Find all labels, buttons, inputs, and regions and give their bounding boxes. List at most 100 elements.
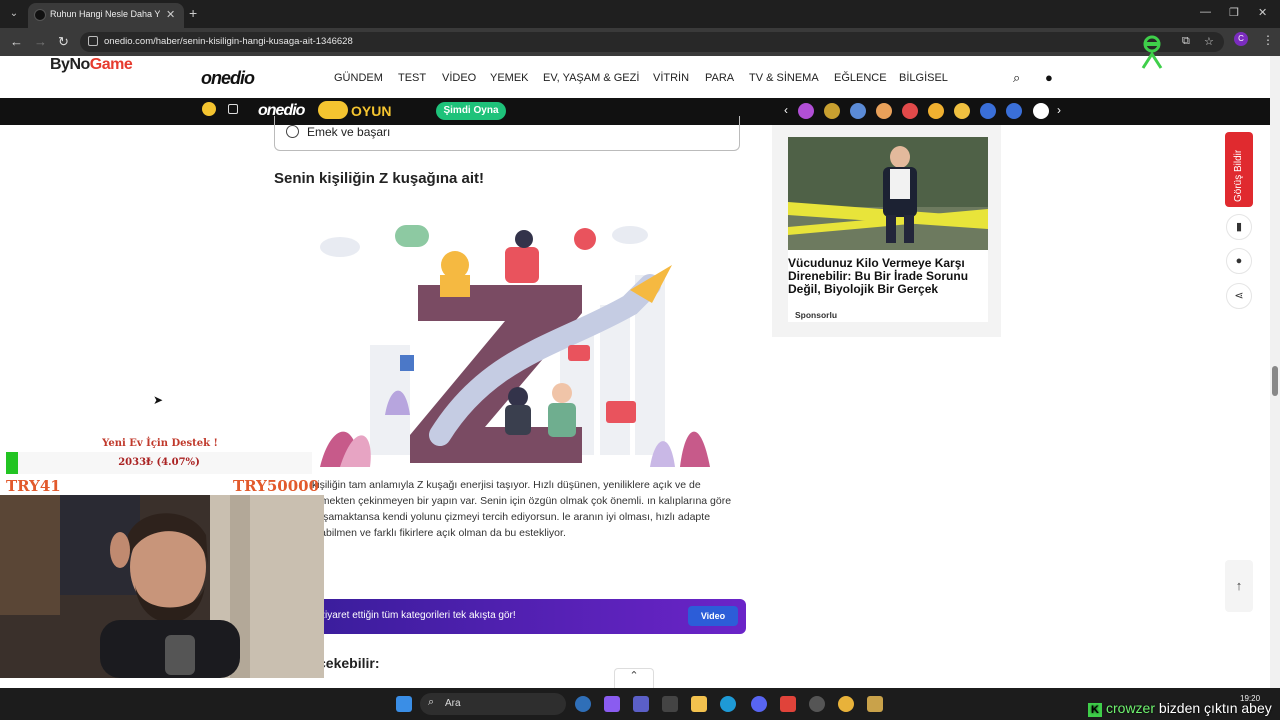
comments-icon[interactable]: ● bbox=[1226, 248, 1252, 274]
search-icon[interactable]: ⌕ bbox=[1013, 70, 1020, 86]
sponsored-article-title[interactable]: Vücudunuz Kilo Vermeye Karşı Direnebilir… bbox=[788, 257, 988, 296]
game-thumb-7-icon[interactable] bbox=[954, 103, 970, 119]
donation-progress-bar: 2033₺ (4.07%) bbox=[6, 452, 312, 474]
minimize-icon[interactable]: — bbox=[1200, 6, 1211, 18]
bookmark-star-icon[interactable]: ☆ bbox=[1204, 35, 1214, 48]
file-explorer-icon[interactable] bbox=[691, 696, 707, 712]
nav-item-video[interactable]: VİDEO bbox=[442, 72, 476, 84]
game-thumb-8-icon[interactable] bbox=[980, 103, 996, 119]
result-title: Senin kişiliğin Z kuşağına ait! bbox=[274, 170, 485, 187]
teams-icon[interactable] bbox=[633, 696, 649, 712]
sponsored-card-inner[interactable]: Vücudunuz Kilo Vermeye Karşı Direnebilir… bbox=[788, 137, 988, 322]
game-thumb-6-icon[interactable] bbox=[928, 103, 944, 119]
scrollbar-thumb[interactable] bbox=[1272, 366, 1278, 396]
next-section-heading: cekebilir: bbox=[318, 655, 380, 671]
donation-goal-title: Yeni Ev İçin Destek ! bbox=[102, 438, 218, 449]
game-thumb-4-icon[interactable] bbox=[876, 103, 892, 119]
game-coin-icon[interactable] bbox=[202, 102, 216, 116]
page-scrollbar[interactable] bbox=[1270, 56, 1280, 688]
scroll-to-top-icon[interactable]: ↑ bbox=[1225, 560, 1253, 612]
feedback-label: Görüş Bildir bbox=[1233, 149, 1244, 202]
ticker-message: bizden çıktın abey bbox=[1158, 700, 1272, 716]
edge-icon[interactable] bbox=[720, 696, 736, 712]
video-feed-promo[interactable]: ziyaret ettiğin tüm kategorileri tek akı… bbox=[312, 599, 746, 634]
profile-avatar[interactable]: C bbox=[1234, 32, 1248, 46]
result-description: kişiliğin tam anlamıyla Z kuşağı enerjis… bbox=[312, 479, 732, 539]
nav-item-ev-yasam-gezi[interactable]: EV, YAŞAM & GEZİ bbox=[543, 72, 639, 84]
user-icon[interactable]: ● bbox=[1045, 70, 1053, 85]
chrome-icon[interactable] bbox=[838, 696, 854, 712]
install-app-icon[interactable]: ⧉ bbox=[1182, 35, 1190, 48]
sponsored-article-image bbox=[788, 137, 988, 250]
promo-text: ziyaret ettiğin tüm kategorileri tek akı… bbox=[320, 610, 516, 621]
bynogame-mascot-icon bbox=[1141, 35, 1163, 69]
kick-logo-icon: K bbox=[1088, 703, 1102, 717]
nav-item-eglence[interactable]: EĞLENCE bbox=[834, 72, 887, 84]
bookmark-icon[interactable]: ▮ bbox=[1226, 214, 1252, 240]
site-favicon-icon bbox=[34, 9, 46, 21]
webcam-feed bbox=[0, 495, 324, 678]
sponsored-card[interactable]: Vücudunuz Kilo Vermeye Karşı Direnebilir… bbox=[772, 125, 1001, 337]
tab-search-chevron-icon[interactable]: ⌄ bbox=[6, 6, 22, 22]
video-button[interactable]: Video bbox=[688, 606, 738, 626]
nav-item-vitrin[interactable]: VİTRİN bbox=[653, 72, 689, 84]
forward-icon[interactable]: → bbox=[34, 34, 47, 49]
generation-z-illustration bbox=[300, 195, 720, 467]
back-icon[interactable]: ← bbox=[10, 34, 23, 49]
close-tab-icon[interactable]: ✕ bbox=[166, 8, 175, 21]
copilot-icon[interactable] bbox=[604, 696, 620, 712]
tab-title: Ruhun Hangi Nesle Daha Yakın? bbox=[50, 9, 160, 19]
share-icon[interactable]: ⋖ bbox=[1226, 283, 1252, 309]
game-thumb-2-icon[interactable] bbox=[824, 103, 840, 119]
task-view-icon[interactable] bbox=[575, 696, 591, 712]
feedback-button[interactable]: Görüş Bildir bbox=[1225, 132, 1253, 207]
browser-toolbar: ← → ↻ onedio.com/haber/senin-kisiligin-h… bbox=[0, 28, 1280, 56]
stream-chat-ticker: Kcrowzer bizden çıktın abey bbox=[1088, 700, 1272, 717]
donation-goal-start: TRY41 bbox=[6, 477, 61, 495]
quiz-option-label: Emek ve başarı bbox=[307, 125, 391, 139]
discord-icon[interactable] bbox=[751, 696, 767, 712]
site-info-icon[interactable] bbox=[88, 36, 98, 46]
game-thumb-9-icon[interactable] bbox=[1006, 103, 1022, 119]
league-icon[interactable] bbox=[867, 696, 883, 712]
game-thumb-3-icon[interactable] bbox=[850, 103, 866, 119]
store-icon[interactable] bbox=[662, 696, 678, 712]
browser-tab[interactable]: Ruhun Hangi Nesle Daha Yakın? ✕ bbox=[28, 3, 184, 28]
site-header: ByNoGame onedio GÜNDEM TEST VİDEO YEMEK … bbox=[0, 56, 1270, 98]
search-icon: ⌕ bbox=[428, 696, 435, 708]
radio-button[interactable] bbox=[286, 125, 299, 138]
collapse-chevron-up-icon[interactable]: ⌃ bbox=[614, 668, 654, 688]
new-tab-icon[interactable]: + bbox=[189, 5, 197, 21]
sponsored-label: Sponsorlu bbox=[795, 310, 838, 320]
donation-goal-target: TRY50000 bbox=[233, 477, 320, 495]
nav-item-test[interactable]: TEST bbox=[398, 72, 426, 84]
nav-item-yemek[interactable]: YEMEK bbox=[490, 72, 529, 84]
nav-item-bilgisel[interactable]: BİLGİSEL bbox=[899, 72, 948, 84]
game-next-icon[interactable]: › bbox=[1057, 103, 1061, 117]
taskbar-search[interactable]: ⌕ Ara bbox=[420, 693, 566, 715]
browser-menu-icon[interactable]: ⋮ bbox=[1262, 33, 1274, 47]
microphone-app-icon[interactable] bbox=[780, 696, 796, 712]
game-thumb-1-icon[interactable] bbox=[798, 103, 814, 119]
obs-icon[interactable] bbox=[809, 696, 825, 712]
windows-start-icon[interactable] bbox=[396, 696, 412, 712]
bynogame-overlay-logo: ByNoGame bbox=[50, 56, 133, 73]
nav-item-tv-sinema[interactable]: TV & SİNEMA bbox=[749, 72, 819, 84]
tab-strip: ⌄ Ruhun Hangi Nesle Daha Yakın? ✕ + — ❐ … bbox=[0, 0, 1280, 28]
game-thumb-10-icon[interactable] bbox=[1033, 103, 1049, 119]
game-controller-icon[interactable] bbox=[228, 104, 238, 114]
address-bar[interactable]: onedio.com/haber/senin-kisiligin-hangi-k… bbox=[80, 32, 1224, 52]
onedio-logo[interactable]: onedio bbox=[201, 68, 255, 89]
reload-icon[interactable]: ↻ bbox=[58, 34, 69, 50]
game-prev-icon[interactable]: ‹ bbox=[784, 103, 788, 117]
ticker-username: crowzer bbox=[1106, 700, 1156, 716]
quiz-option[interactable]: Emek ve başarı bbox=[274, 116, 740, 151]
donation-amount: 2033₺ (4.07%) bbox=[118, 457, 200, 468]
game-thumb-5-icon[interactable] bbox=[902, 103, 918, 119]
close-window-icon[interactable]: ✕ bbox=[1258, 6, 1267, 19]
taskbar-search-label: Ara bbox=[445, 698, 461, 709]
nav-item-gundem[interactable]: GÜNDEM bbox=[334, 72, 383, 84]
maximize-icon[interactable]: ❐ bbox=[1229, 6, 1239, 19]
url-text[interactable]: onedio.com/haber/senin-kisiligin-hangi-k… bbox=[104, 36, 353, 47]
nav-item-para[interactable]: PARA bbox=[705, 72, 734, 84]
